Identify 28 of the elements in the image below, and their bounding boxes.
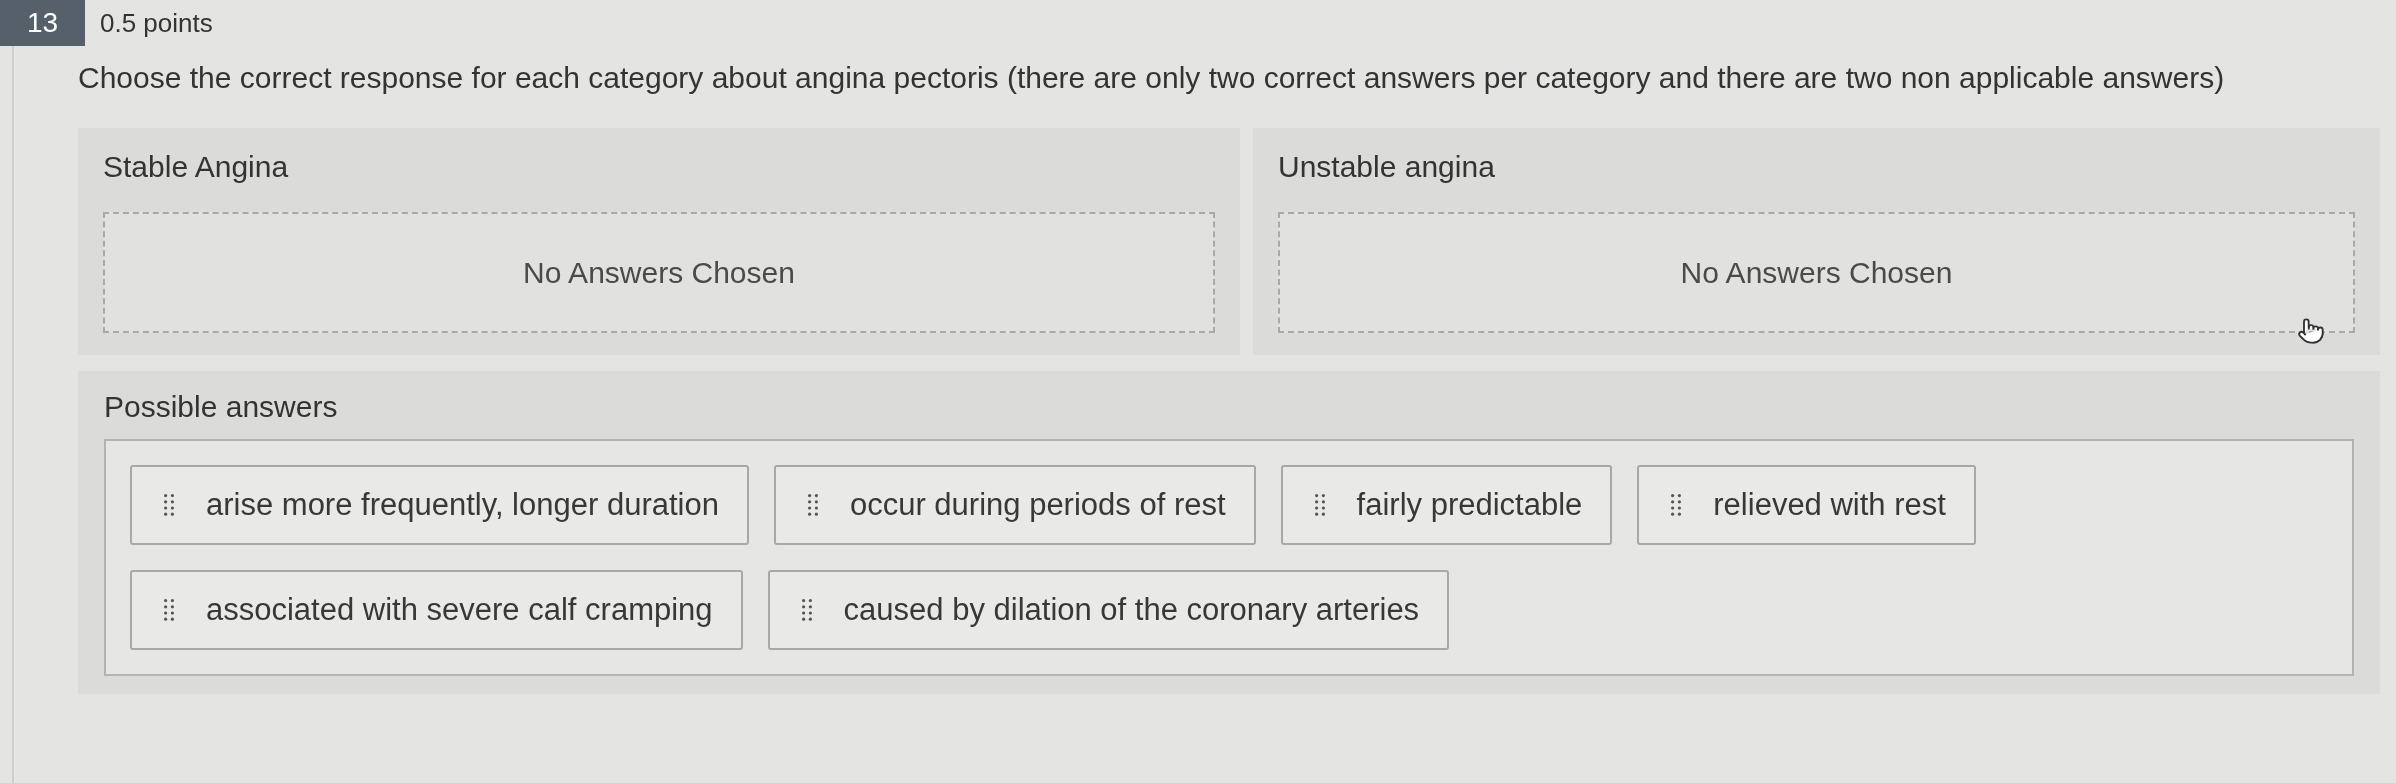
drag-handle-icon[interactable] (164, 494, 174, 516)
points-label: 0.5 points (100, 6, 213, 40)
drag-handle-icon[interactable] (807, 494, 818, 516)
question-prompt: Choose the correct response for each category about angina pectoris (there are only two correct answers per category and there are two non applicable answers) (78, 60, 2225, 96)
answer-chip[interactable]: occur during periods of rest (773, 465, 1256, 545)
empty-message: No Answers Chosen (1680, 255, 1953, 291)
empty-message: No Answers Chosen (523, 255, 795, 291)
answer-chip[interactable]: fairly predictable (1280, 465, 1613, 545)
answer-text: associated with severe calf cramping (206, 590, 713, 629)
drop-zone[interactable]: No Answers Chosen (103, 212, 1215, 333)
possible-answers-title: Possible answers (104, 389, 338, 425)
answer-text: occur during periods of rest (849, 485, 1226, 524)
answer-chip[interactable]: caused by dilation of the coronary arteries (767, 570, 1450, 650)
answer-text: fairly predictable (1356, 485, 1583, 524)
question-number: 13 (0, 0, 85, 46)
answer-text: arise more frequently, longer duration (206, 485, 719, 524)
category-title: Unstable angina (1278, 149, 1495, 185)
answer-chip[interactable]: associated with severe calf cramping (130, 570, 743, 650)
pointer-cursor-icon (2297, 317, 2325, 345)
drag-handle-icon[interactable] (164, 599, 174, 621)
answer-text: caused by dilation of the coronary arteries (843, 590, 1420, 629)
answer-chip[interactable]: relieved with rest (1637, 465, 1976, 545)
drag-handle-icon[interactable] (1671, 494, 1682, 516)
drag-handle-icon[interactable] (801, 599, 812, 621)
category-title: Stable Angina (103, 149, 289, 185)
answer-chip[interactable]: arise more frequently, longer duration (130, 465, 749, 545)
drag-handle-icon[interactable] (1314, 494, 1325, 516)
answer-text: relieved with rest (1713, 485, 1946, 524)
